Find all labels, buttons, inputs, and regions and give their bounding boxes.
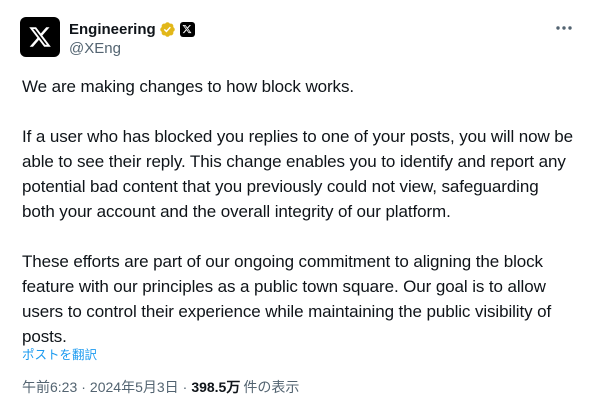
views-count: 398.5万	[191, 379, 241, 395]
post-time[interactable]: 午前6:23	[22, 377, 77, 397]
tweet-text: We are making changes to how block works…	[22, 74, 574, 349]
author-handle[interactable]: @XEng	[69, 40, 121, 57]
verified-badge-icon[interactable]	[159, 21, 176, 38]
author-name-row: Engineering	[69, 19, 195, 39]
translate-post-link[interactable]: ポストを翻訳	[22, 344, 97, 363]
more-options-button[interactable]	[552, 18, 576, 38]
tweet-paragraph: We are making changes to how block works…	[22, 77, 354, 96]
author-display-name[interactable]: Engineering	[69, 21, 156, 38]
more-dots-icon	[556, 26, 572, 30]
post-meta: 午前6:23 · 2024年5月3日 · 398.5万 件の表示	[22, 377, 299, 397]
x-logo-icon	[29, 27, 51, 47]
views-label: 件の表示	[243, 379, 300, 395]
meta-separator: ·	[81, 379, 86, 395]
affiliate-badge-icon[interactable]	[179, 21, 195, 37]
avatar[interactable]	[20, 17, 60, 57]
x-logo-icon	[182, 24, 192, 34]
meta-separator: ·	[182, 379, 188, 395]
tweet-paragraph: If a user who has blocked you replies to…	[22, 127, 573, 221]
tweet-paragraph: These efforts are part of our ongoing co…	[22, 252, 552, 346]
post-date[interactable]: 2024年5月3日	[90, 377, 179, 397]
tweet-card: Engineering @XEng We are making changes …	[0, 0, 590, 409]
